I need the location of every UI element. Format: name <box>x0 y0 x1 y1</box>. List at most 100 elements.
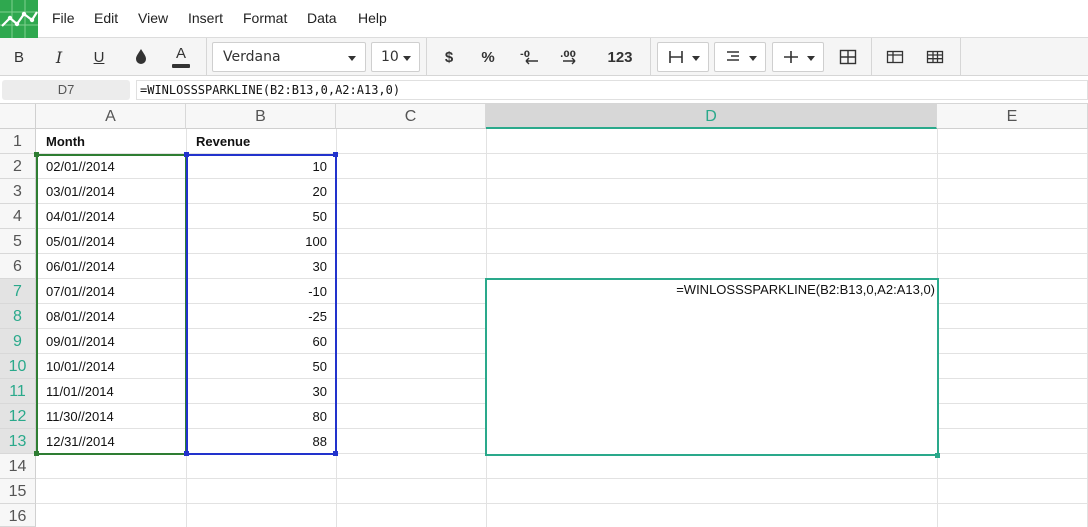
table-column-icon <box>926 50 944 64</box>
column-header-b[interactable]: B <box>186 104 336 129</box>
insert-row-button[interactable] <box>880 42 910 72</box>
horizontal-align-dropdown[interactable] <box>714 42 766 72</box>
cell-a1[interactable]: Month <box>37 129 186 154</box>
menu-format[interactable]: Format <box>243 10 287 26</box>
borders-dropdown[interactable] <box>657 42 709 72</box>
row-header-13[interactable]: 13 <box>0 429 36 454</box>
cell-a13[interactable]: 12/31//2014 <box>37 429 186 454</box>
menu-bar: File Edit View Insert Format Data Help <box>0 0 1088 38</box>
cell-b6[interactable]: 30 <box>187 254 336 279</box>
cell-b7[interactable]: -10 <box>187 279 336 304</box>
chevron-down-icon <box>348 56 356 61</box>
font-family-select[interactable]: Verdana <box>212 42 366 72</box>
cell-reference-box[interactable]: D7 <box>2 80 130 100</box>
cell-a10[interactable]: 10/01//2014 <box>37 354 186 379</box>
cell-b8[interactable]: -25 <box>187 304 336 329</box>
cell-b13[interactable]: 88 <box>187 429 336 454</box>
bold-button[interactable]: B <box>4 42 34 72</box>
row-header-6[interactable]: 6 <box>0 254 36 279</box>
decrease-decimals-button[interactable]: -0 <box>514 42 544 72</box>
table-row-icon <box>886 50 904 64</box>
cell-a2[interactable]: 02/01//2014 <box>37 154 186 179</box>
range-handle[interactable] <box>333 451 338 456</box>
row-header-10[interactable]: 10 <box>0 354 36 379</box>
fill-handle[interactable] <box>935 453 940 458</box>
cell-b9[interactable]: 60 <box>187 329 336 354</box>
row-header-7[interactable]: 7 <box>0 279 36 304</box>
underline-button[interactable]: U <box>84 42 114 72</box>
range-handle[interactable] <box>184 451 189 456</box>
vertical-align-dropdown[interactable] <box>772 42 824 72</box>
currency-format-button[interactable]: $ <box>434 42 464 72</box>
row-header-2[interactable]: 2 <box>0 154 36 179</box>
menu-edit[interactable]: Edit <box>94 10 118 26</box>
menu-file[interactable]: File <box>52 10 75 26</box>
column-header-c[interactable]: C <box>336 104 486 129</box>
cell-a9[interactable]: 09/01//2014 <box>37 329 186 354</box>
row-header-12[interactable]: 12 <box>0 404 36 429</box>
font-size-value: 10 <box>381 49 399 65</box>
vertical-align-icon <box>784 51 798 63</box>
cell-a11[interactable]: 11/01//2014 <box>37 379 186 404</box>
column-header-e[interactable]: E <box>937 104 1088 129</box>
row-header-11[interactable]: 11 <box>0 379 36 404</box>
row-header-9[interactable]: 9 <box>0 329 36 354</box>
cell-b1[interactable]: Revenue <box>187 129 336 154</box>
row-header-16[interactable]: 16 <box>0 504 36 527</box>
cell-b12[interactable]: 80 <box>187 404 336 429</box>
cell-a4[interactable]: 04/01//2014 <box>37 204 186 229</box>
cell-b4[interactable]: 50 <box>187 204 336 229</box>
cell-a5[interactable]: 05/01//2014 <box>37 229 186 254</box>
cell-b11[interactable]: 30 <box>187 379 336 404</box>
menu-view[interactable]: View <box>138 10 168 26</box>
cell-a8[interactable]: 08/01//2014 <box>37 304 186 329</box>
merge-cells-button[interactable] <box>833 42 863 72</box>
row-header-1[interactable]: 1 <box>0 129 36 154</box>
cell-d7-formula: =WINLOSSSPARKLINE(B2:B13,0,A2:A13,0) <box>676 282 935 297</box>
cell-a3[interactable]: 03/01//2014 <box>37 179 186 204</box>
range-handle[interactable] <box>184 152 189 157</box>
menu-data[interactable]: Data <box>307 10 337 26</box>
active-cell-d7[interactable]: =WINLOSSSPARKLINE(B2:B13,0,A2:A13,0) <box>485 278 939 456</box>
column-header-a[interactable]: A <box>36 104 186 129</box>
range-handle[interactable] <box>333 152 338 157</box>
decrease-decimals-icon: -0 <box>520 50 538 65</box>
bold-label: B <box>13 48 24 66</box>
formula-input[interactable]: =WINLOSSSPARKLINE(B2:B13,0,A2:A13,0) <box>136 80 1088 100</box>
percent-label: % <box>481 48 495 66</box>
app-logo-icon <box>0 0 38 38</box>
cell-b3[interactable]: 20 <box>187 179 336 204</box>
number-format-label: 123 <box>607 48 633 66</box>
row-header-14[interactable]: 14 <box>0 454 36 479</box>
range-handle[interactable] <box>34 152 39 157</box>
number-format-button[interactable]: 123 <box>600 42 640 72</box>
toolbar-divider <box>206 38 207 76</box>
cell-a12[interactable]: 11/30//2014 <box>37 404 186 429</box>
insert-column-button[interactable] <box>920 42 950 72</box>
cell-a6[interactable]: 06/01//2014 <box>37 254 186 279</box>
cell-b10[interactable]: 50 <box>187 354 336 379</box>
cell-b2[interactable]: 10 <box>187 154 336 179</box>
font-color-button[interactable]: A <box>166 42 196 72</box>
font-size-select[interactable]: 10 <box>371 42 420 72</box>
menu-insert[interactable]: Insert <box>188 10 223 26</box>
italic-button[interactable]: I <box>44 42 74 72</box>
row-header-4[interactable]: 4 <box>0 204 36 229</box>
cell-b5[interactable]: 100 <box>187 229 336 254</box>
font-color-label: A <box>175 45 186 62</box>
percent-format-button[interactable]: % <box>473 42 503 72</box>
cell-a7[interactable]: 07/01//2014 <box>37 279 186 304</box>
range-handle[interactable] <box>34 451 39 456</box>
row-header-3[interactable]: 3 <box>0 179 36 204</box>
fill-color-button[interactable] <box>126 42 156 72</box>
row-header-8[interactable]: 8 <box>0 304 36 329</box>
borders-icon <box>669 51 683 63</box>
menu-help[interactable]: Help <box>358 10 387 26</box>
currency-label: $ <box>444 48 454 66</box>
column-header-d[interactable]: D <box>486 104 937 129</box>
row-header-5[interactable]: 5 <box>0 229 36 254</box>
select-all-corner[interactable] <box>0 104 36 129</box>
row-header-15[interactable]: 15 <box>0 479 36 504</box>
increase-decimals-button[interactable]: .00 <box>555 42 585 72</box>
formula-bar: D7 =WINLOSSSPARKLINE(B2:B13,0,A2:A13,0) <box>0 76 1088 104</box>
